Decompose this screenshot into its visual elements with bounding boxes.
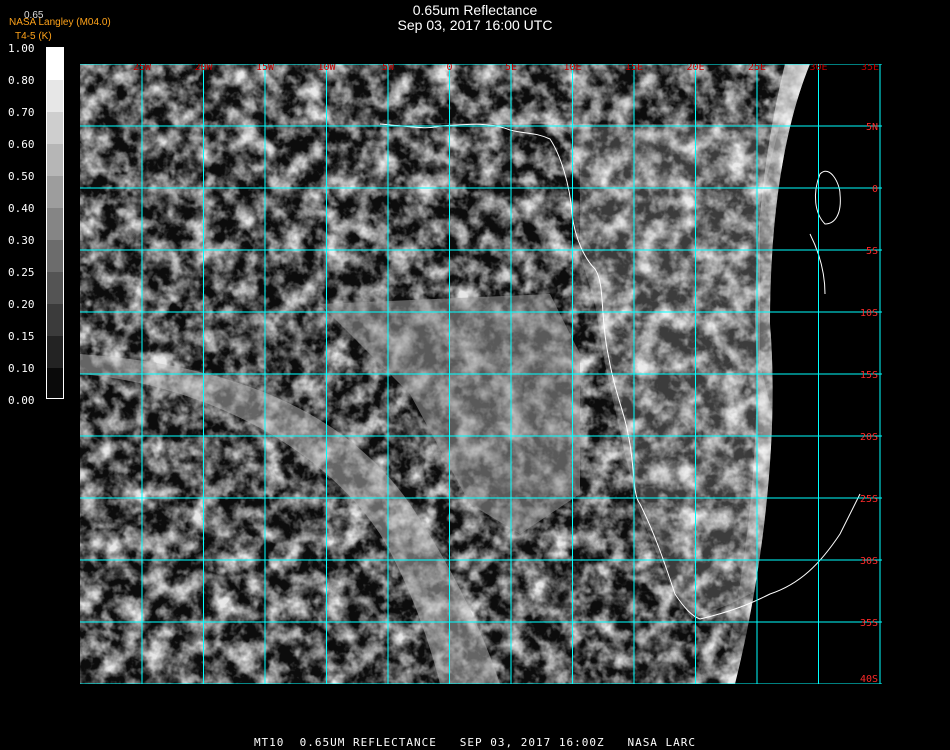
colorbar-step: [47, 368, 63, 398]
map-svg: 25W 20W 15W 10W 5W 0 5E 10E 15E 20E 25E 30E 35E 5N 0 5S…: [80, 64, 882, 684]
colorbar-tick-label: 0.80: [8, 74, 35, 87]
colorbar-tick-label: 0.50: [8, 170, 35, 183]
colorbar-step: [47, 208, 63, 240]
colorbar-tick-label: 0.10: [8, 362, 35, 375]
longitude-label: 15W: [256, 64, 275, 73]
longitude-label: 20W: [194, 64, 213, 73]
colorbar-step: [47, 272, 63, 304]
colorbar-tick-label: 0.15: [8, 330, 35, 343]
colorbar-step: [47, 176, 63, 208]
colorbar-step: [47, 112, 63, 144]
latitude-label: 5N: [866, 122, 878, 133]
longitude-label: 10E: [563, 64, 581, 73]
longitude-label: 30E: [809, 64, 827, 73]
longitude-label: 0: [446, 64, 452, 73]
latitude-label: 40S: [860, 674, 878, 684]
colorbar-step: [47, 240, 63, 272]
colorbar-step: [47, 144, 63, 176]
latitude-label: 15S: [860, 370, 878, 381]
latitude-label: 10S: [860, 308, 878, 319]
longitude-label: 5W: [382, 64, 395, 73]
colorbar-step: [47, 80, 63, 112]
colorbar-tick-label: 1.00: [8, 42, 35, 55]
latitude-label: 20S: [860, 432, 878, 443]
colorbar-step: [47, 304, 63, 336]
colorbar-step: [47, 336, 63, 368]
subtitle: Sep 03, 2017 16:00 UTC: [397, 17, 553, 33]
colorbar-tick-label: 0.70: [8, 106, 35, 119]
longitude-label: 5E: [505, 64, 517, 73]
latitude-label: 25S: [860, 494, 878, 505]
latitude-label: 30S: [860, 556, 878, 567]
longitude-label: 25E: [748, 64, 766, 73]
colorbar-tick-label: 0.40: [8, 202, 35, 215]
longitude-label: 25W: [133, 64, 152, 73]
colorbar-tick-label: 0.20: [8, 298, 35, 311]
longitude-label: 15E: [625, 64, 643, 73]
colorbar-step: [47, 48, 63, 80]
longitude-label: 35E: [861, 64, 879, 73]
credit-label: NASA Langley (M04.0): [9, 17, 111, 28]
latitude-label: 0: [872, 184, 878, 195]
colorbar: [46, 47, 64, 399]
latitude-label: 5S: [866, 246, 878, 257]
colorbar-tick-label: 0.60: [8, 138, 35, 151]
latitude-label: 35S: [860, 618, 878, 629]
colorbar-tick-label: 0.30: [8, 234, 35, 247]
credit-sublabel: T4-5 (K): [15, 31, 52, 42]
title: 0.65um Reflectance: [412, 2, 538, 18]
longitude-label: 20E: [686, 64, 704, 73]
satellite-map: 25W 20W 15W 10W 5W 0 5E 10E 15E 20E 25E 30E 35E 5N 0 5S…: [80, 64, 882, 684]
longitude-label: 10W: [317, 64, 336, 73]
colorbar-tick-label: 0.25: [8, 266, 35, 279]
colorbar-tick-label: 0.00: [8, 394, 35, 407]
footer-caption: MT10 0.65UM REFLECTANCE SEP 03, 2017 16:…: [253, 736, 697, 749]
